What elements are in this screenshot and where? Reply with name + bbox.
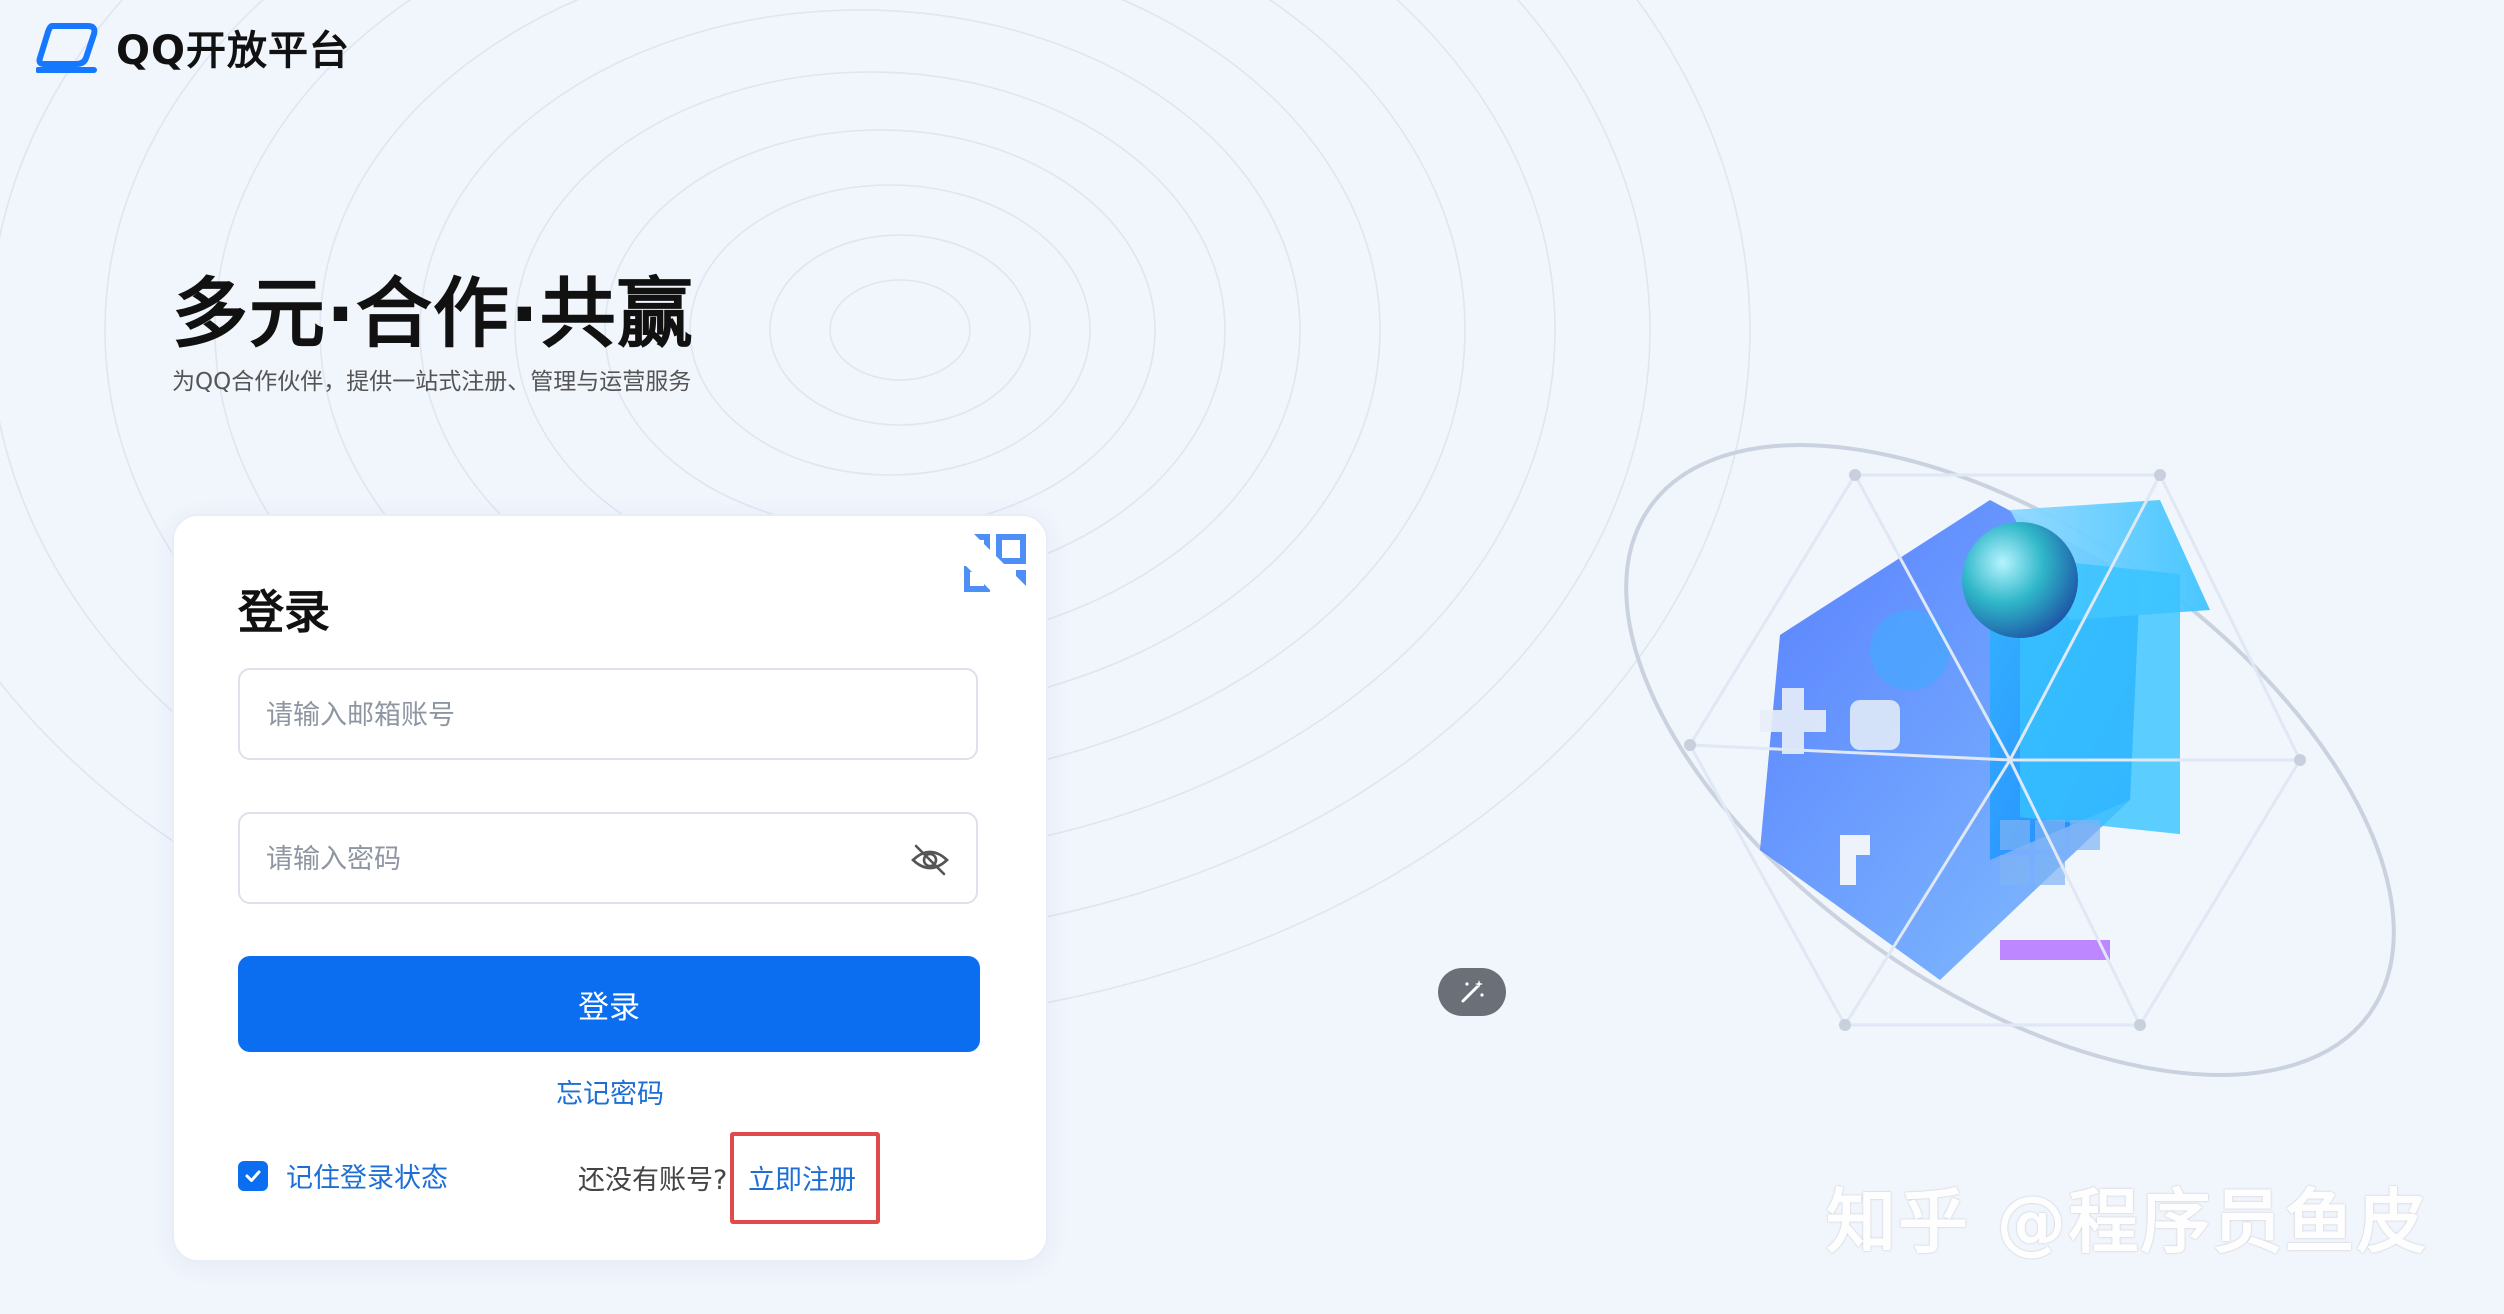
check-icon [245, 1170, 261, 1182]
qr-code-icon [916, 516, 1046, 646]
login-button[interactable]: 登录 [238, 956, 980, 1052]
hero-title: 多元·合作·共赢 [172, 269, 694, 358]
password-field[interactable] [238, 812, 978, 904]
brand-name: QQ开放平台 [116, 28, 351, 74]
checkbox-checked[interactable] [238, 1160, 268, 1191]
email-field[interactable] [238, 668, 978, 760]
magic-wand-icon [1461, 980, 1484, 1003]
remember-login-checkbox[interactable]: 记住登录状态 [238, 1156, 448, 1195]
register-highlight-box [730, 1132, 880, 1224]
password-input[interactable] [264, 814, 908, 904]
qr-login-toggle[interactable] [916, 516, 1046, 646]
email-input[interactable] [264, 670, 908, 760]
eye-off-icon[interactable] [910, 842, 950, 878]
brand-logo[interactable]: QQ开放平台 [36, 18, 350, 76]
qq-open-platform-logo-icon [36, 23, 98, 73]
no-account-text: 还没有账号? [578, 1165, 728, 1196]
watermark: 知乎 @程序员鱼皮 [1826, 1181, 2429, 1263]
login-card: 登录 登录 忘记密码 记住登录状态 还没有账号? 立即注册 [172, 514, 1048, 1262]
magic-wand-button[interactable] [1438, 968, 1506, 1016]
login-title: 登录 [238, 585, 330, 639]
cube-illustration [1624, 443, 2396, 1077]
forgot-password-link[interactable]: 忘记密码 [174, 1072, 1046, 1111]
hero-subtitle: 为QQ合作伙伴，提供一站式注册、管理与运营服务 [172, 369, 692, 395]
remember-label: 记住登录状态 [286, 1163, 448, 1194]
